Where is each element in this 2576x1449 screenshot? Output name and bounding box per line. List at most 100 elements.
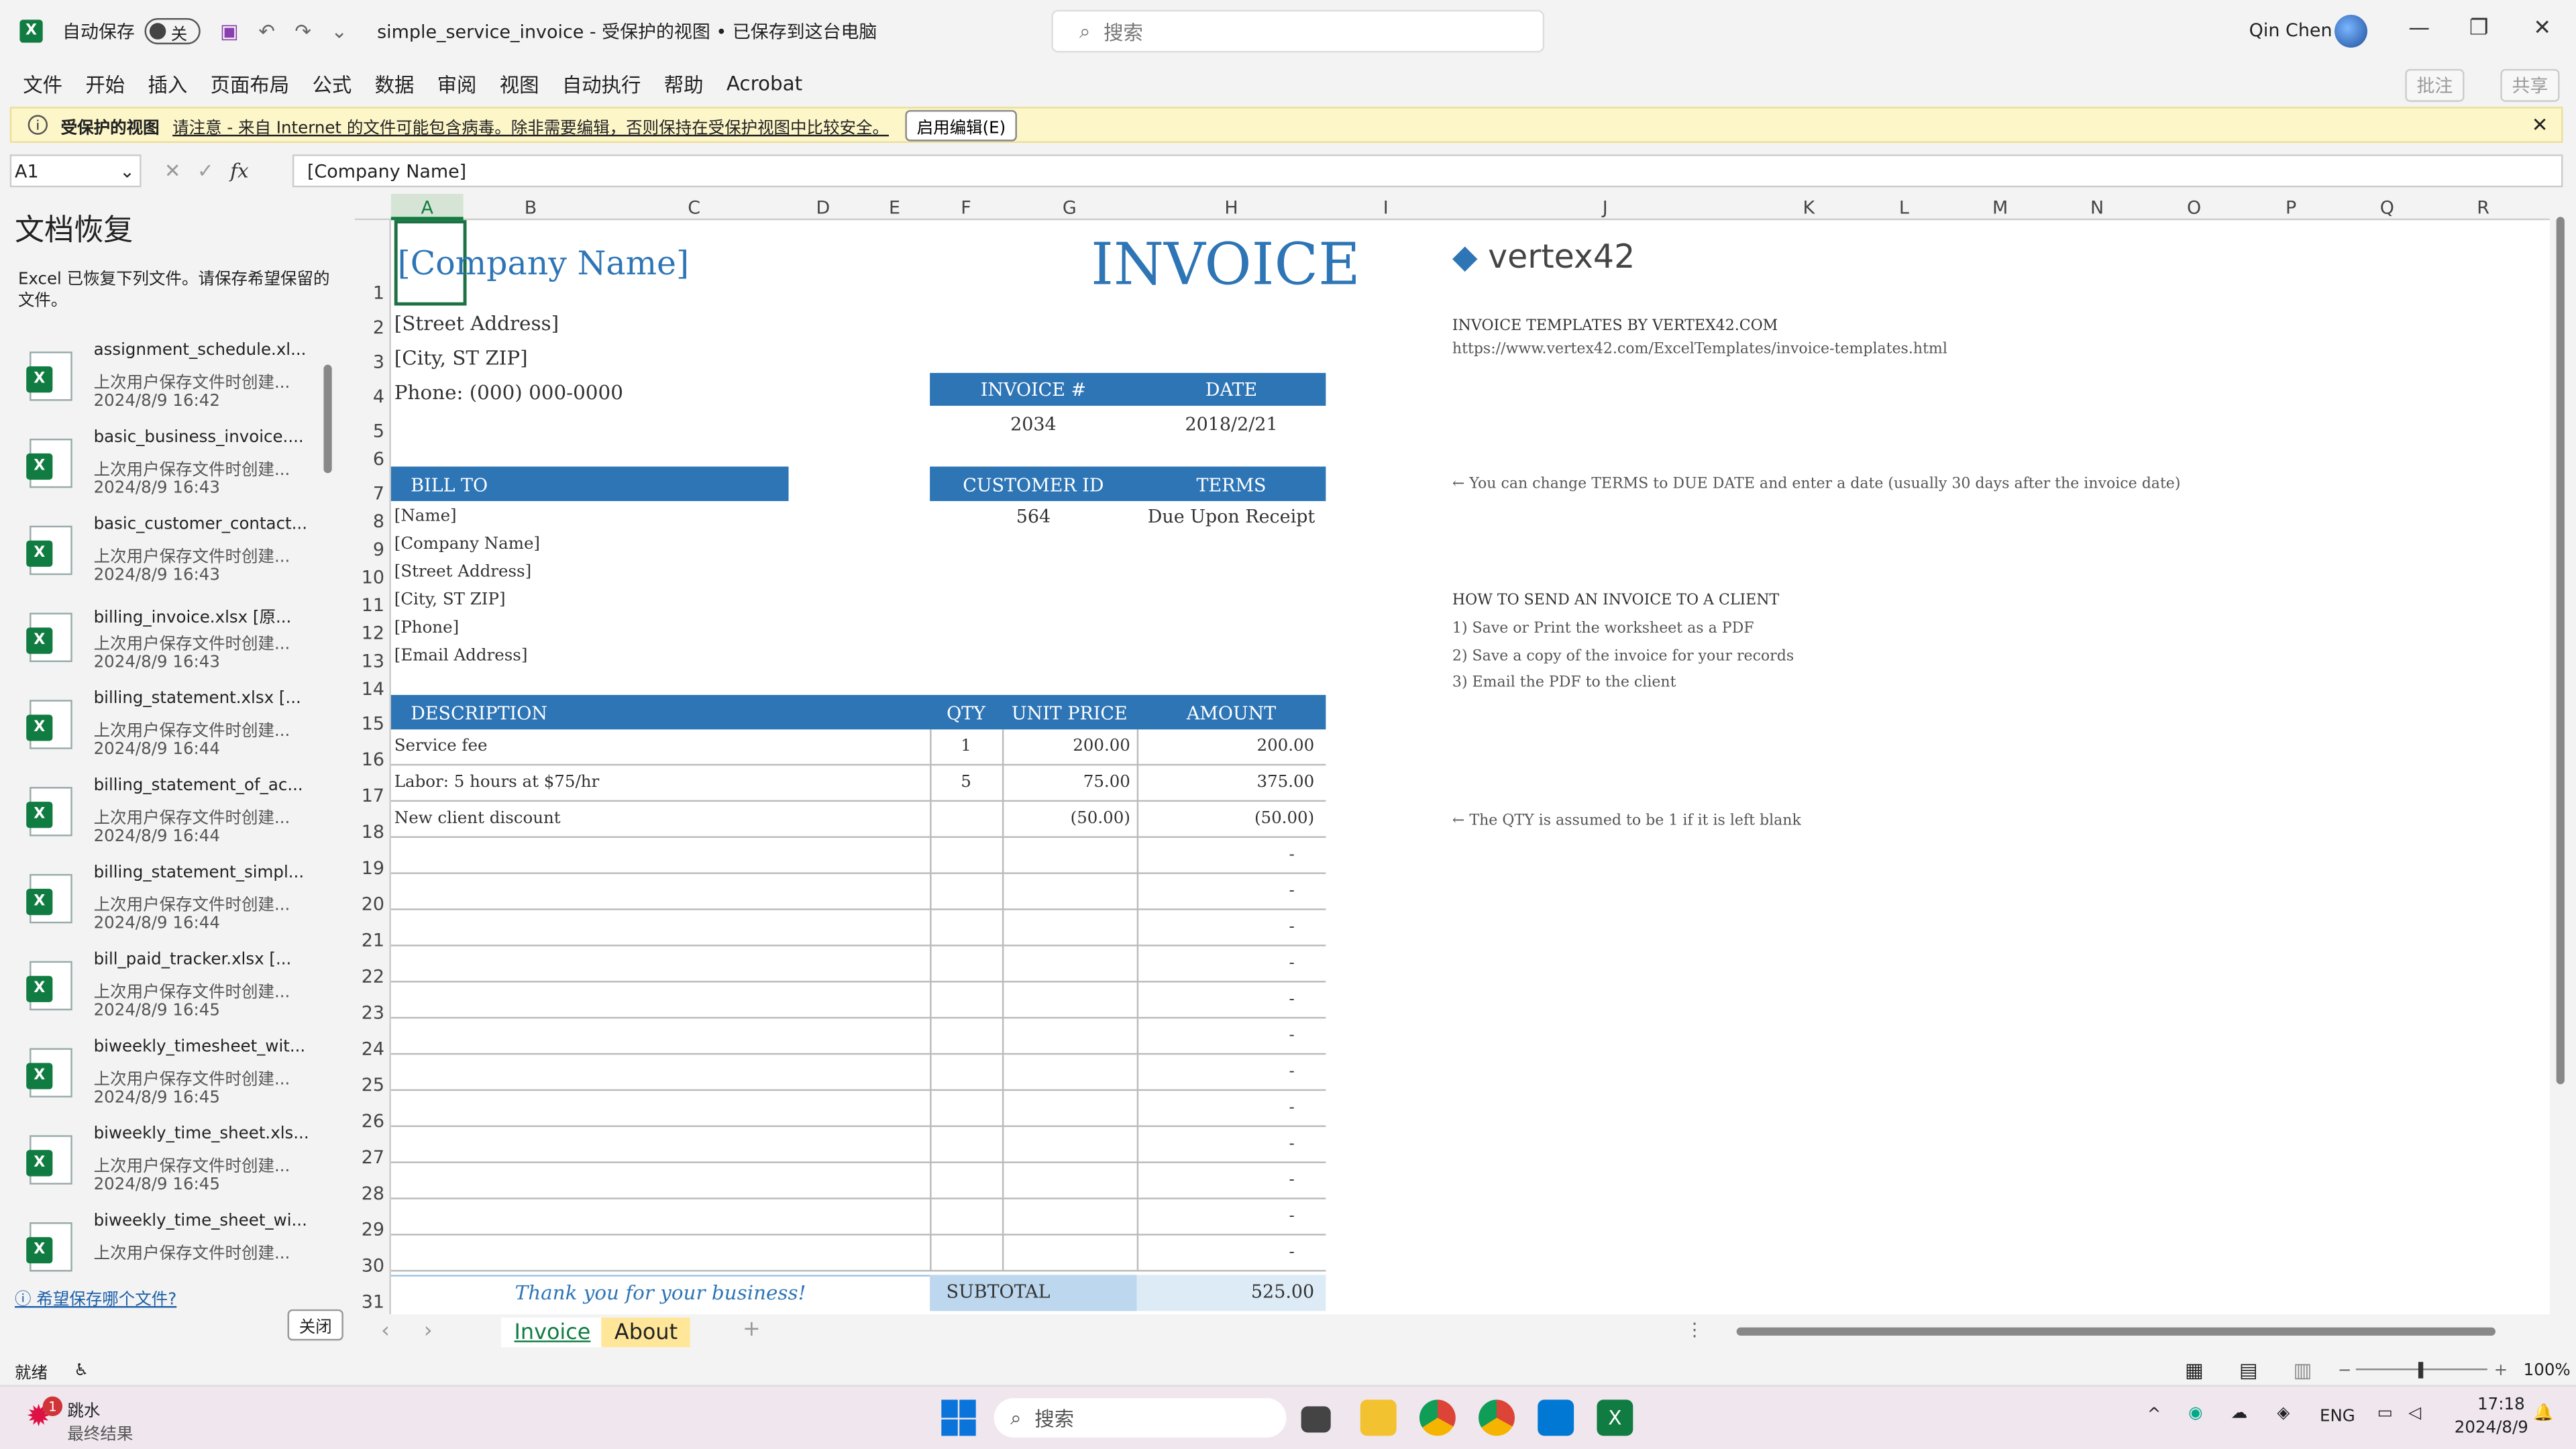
cancel-icon[interactable]: ✕: [164, 160, 181, 182]
item-amount[interactable]: -: [1137, 1171, 1295, 1189]
recovered-file-item[interactable]: Xbilling_statement.xlsx [... 上次用户保存文件时创建.…: [23, 690, 319, 780]
undo-icon[interactable]: ↶: [258, 19, 275, 42]
recovery-scrollbar[interactable]: [322, 345, 335, 1265]
bill-street[interactable]: [Street Address]: [394, 564, 531, 582]
menu-data[interactable]: 数据: [375, 70, 415, 98]
row-header[interactable]: 12: [362, 623, 384, 644]
bill-phone[interactable]: [Phone]: [394, 619, 459, 637]
zoom-in-icon[interactable]: +: [2494, 1361, 2508, 1379]
tray-chevron-icon[interactable]: ^: [2147, 1406, 2161, 1424]
zoom-out-icon[interactable]: −: [2338, 1361, 2352, 1379]
row-header[interactable]: 28: [362, 1183, 384, 1204]
comments-button[interactable]: 批注: [2405, 68, 2465, 102]
tray-app-icon[interactable]: ◈: [2277, 1405, 2290, 1423]
item-qty[interactable]: 1: [930, 738, 1002, 756]
item-description[interactable]: New client discount: [394, 810, 920, 828]
row-header[interactable]: 24: [362, 1038, 384, 1060]
row-header[interactable]: 26: [362, 1111, 384, 1132]
row-header[interactable]: 23: [362, 1002, 384, 1024]
row-header[interactable]: 17: [362, 786, 384, 807]
row-header[interactable]: 27: [362, 1146, 384, 1168]
redo-icon[interactable]: ↷: [294, 19, 311, 42]
language-indicator[interactable]: ENG: [2320, 1408, 2355, 1426]
tab-about[interactable]: About: [601, 1318, 691, 1348]
name-box[interactable]: A1 ⌄: [9, 154, 142, 188]
taskbar-search[interactable]: ⌕ 搜索: [994, 1398, 1287, 1438]
column-header[interactable]: K: [1761, 197, 1856, 219]
bill-city[interactable]: [City, ST ZIP]: [394, 592, 506, 610]
column-header[interactable]: G: [999, 197, 1140, 219]
start-icon[interactable]: [941, 1399, 977, 1436]
row-header[interactable]: 1: [373, 282, 384, 304]
item-amount[interactable]: 200.00: [1137, 738, 1314, 756]
item-amount[interactable]: -: [1137, 1244, 1295, 1262]
save-icon[interactable]: ▣: [220, 19, 239, 42]
customize-qat-icon[interactable]: ⌄: [331, 19, 347, 42]
onedrive-icon[interactable]: ☁: [2231, 1405, 2247, 1423]
recovered-file-item[interactable]: Xbilling_statement_simpl... 上次用户保存文件时创建..…: [23, 864, 319, 955]
recovered-file-item[interactable]: Xbilling_statement_of_ac... 上次用户保存文件时创建..…: [23, 777, 319, 867]
tab-invoice[interactable]: Invoice: [500, 1318, 604, 1348]
clock-time[interactable]: 17:18: [2477, 1397, 2525, 1415]
thanks-message[interactable]: Thank you for your business!: [391, 1281, 930, 1304]
item-amount[interactable]: -: [1137, 955, 1295, 973]
add-sheet-icon[interactable]: +: [743, 1318, 761, 1342]
item-amount[interactable]: -: [1137, 1027, 1295, 1045]
bill-name[interactable]: [Name]: [394, 508, 457, 526]
item-amount[interactable]: -: [1137, 918, 1295, 936]
restore-icon[interactable]: ❐: [2469, 16, 2489, 41]
column-header[interactable]: I: [1322, 197, 1449, 219]
subtotal-value[interactable]: 525.00: [1137, 1281, 1314, 1303]
menu-formulas[interactable]: 公式: [312, 70, 352, 98]
enable-editing-button[interactable]: 启用编辑(E): [905, 109, 1018, 141]
item-unit-price[interactable]: (50.00): [1002, 810, 1130, 828]
row-header[interactable]: 25: [362, 1075, 384, 1096]
column-header[interactable]: F: [933, 197, 999, 219]
item-amount[interactable]: -: [1137, 1099, 1295, 1117]
which-files-link[interactable]: ⓘ 希望保存哪个文件?: [15, 1285, 176, 1309]
row-header[interactable]: 7: [373, 483, 384, 504]
row-header[interactable]: 5: [373, 421, 384, 442]
formula-input[interactable]: [Company Name]: [292, 154, 2563, 188]
column-header[interactable]: A: [390, 193, 464, 221]
search-box[interactable]: ⌕ 搜索: [1051, 9, 1545, 53]
invoice-no[interactable]: 2034: [930, 414, 1137, 435]
menu-home[interactable]: 开始: [85, 70, 125, 98]
recovered-file-item[interactable]: Xassignment_schedule.xl... 上次用户保存文件时创建...…: [23, 341, 319, 432]
invoice-date[interactable]: 2018/2/21: [1137, 414, 1326, 435]
column-header[interactable]: P: [2243, 197, 2339, 219]
row-header[interactable]: 11: [362, 595, 384, 616]
recovered-file-item[interactable]: Xbasic_business_invoice.... 上次用户保存文件时创建..…: [23, 429, 319, 519]
item-unit-price[interactable]: 200.00: [1002, 738, 1130, 756]
company-name[interactable]: [Company Name]: [398, 243, 689, 282]
item-amount[interactable]: 375.00: [1137, 773, 1314, 792]
column-header[interactable]: M: [1951, 197, 2048, 219]
menu-automate[interactable]: 自动执行: [562, 70, 641, 98]
recovered-file-item[interactable]: Xbill_paid_tracker.xlsx [... 上次用户保存文件时创建.…: [23, 951, 319, 1042]
column-header[interactable]: N: [2049, 197, 2145, 219]
minimize-icon[interactable]: —: [2408, 16, 2430, 41]
row-header[interactable]: 4: [373, 386, 384, 408]
recovered-file-item[interactable]: Xbiweekly_time_sheet.xls... 上次用户保存文件时创建..…: [23, 1126, 319, 1216]
column-header[interactable]: E: [856, 197, 933, 219]
recovered-file-item[interactable]: Xbasic_customer_contact... 上次用户保存文件时创建...…: [23, 516, 319, 606]
column-header[interactable]: B: [464, 197, 598, 219]
volume-icon[interactable]: ◁: [2408, 1405, 2421, 1423]
phone[interactable]: Phone: (000) 000-0000: [394, 381, 623, 404]
chrome-icon[interactable]: [1419, 1399, 1456, 1436]
item-qty[interactable]: 5: [930, 773, 1002, 792]
row-header[interactable]: 19: [362, 857, 384, 879]
menu-help[interactable]: 帮助: [664, 70, 704, 98]
row-header[interactable]: 15: [362, 713, 384, 735]
excel-taskbar-icon[interactable]: X: [1597, 1399, 1633, 1436]
item-description[interactable]: Labor: 5 hours at $75/hr: [394, 773, 920, 792]
terms[interactable]: Due Upon Receipt: [1137, 506, 1326, 527]
row-header[interactable]: 6: [373, 449, 384, 470]
menu-insert[interactable]: 插入: [148, 70, 187, 98]
bill-company[interactable]: [Company Name]: [394, 535, 540, 553]
item-amount[interactable]: (50.00): [1137, 810, 1314, 828]
protected-message[interactable]: 请注意 - 来自 Internet 的文件可能包含病毒。除非需要编辑，否则保持在…: [172, 113, 889, 138]
column-header[interactable]: O: [2145, 197, 2242, 219]
vertical-scrollbar[interactable]: [2551, 194, 2571, 1314]
row-header[interactable]: 18: [362, 822, 384, 843]
